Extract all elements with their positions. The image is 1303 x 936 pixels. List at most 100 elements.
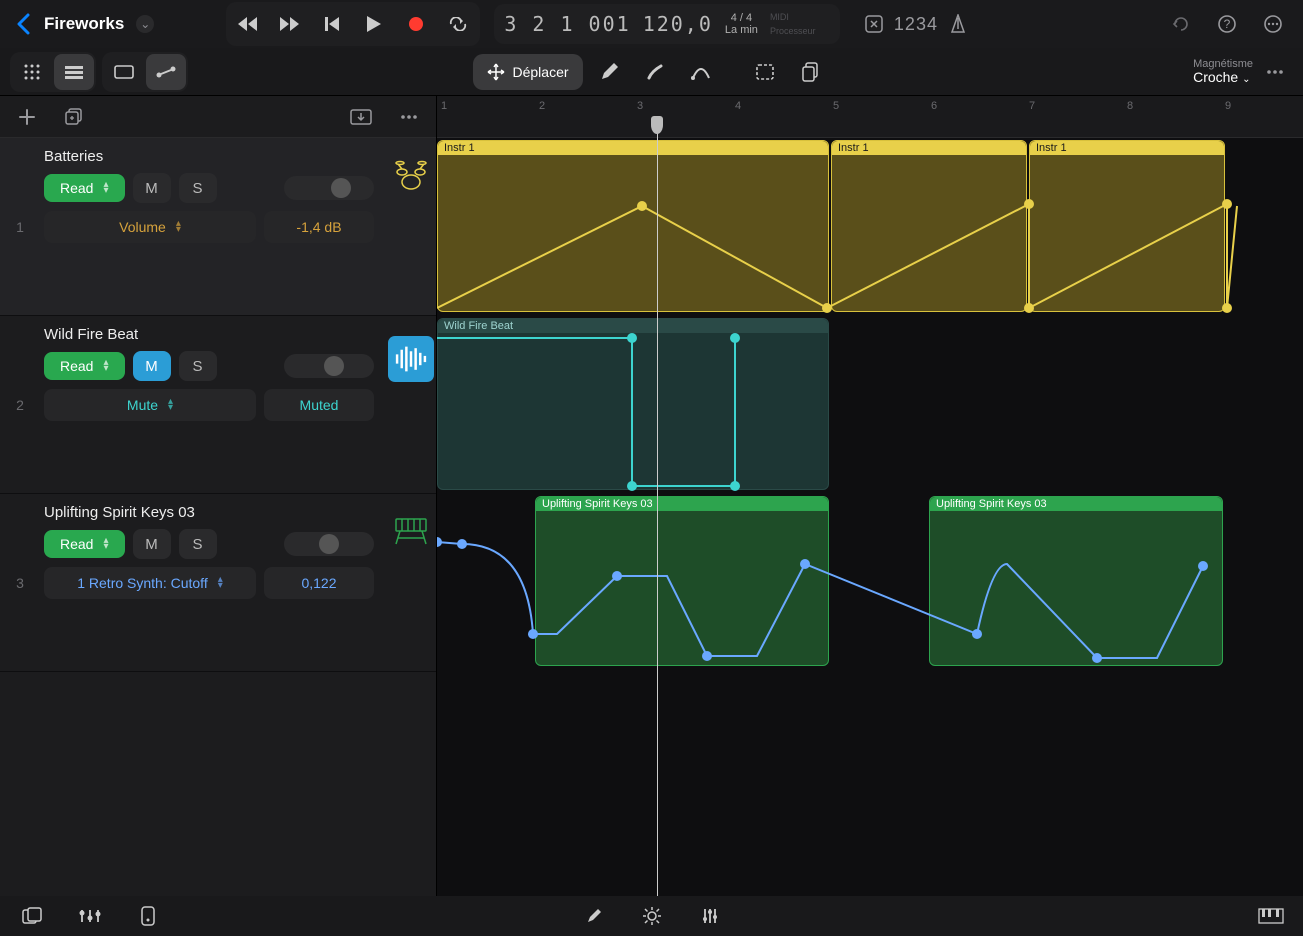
mute-button[interactable]: M (133, 529, 171, 559)
track-lane[interactable]: Wild Fire Beat (437, 316, 1303, 494)
plugins-button[interactable] (696, 896, 724, 936)
edit-button[interactable] (580, 896, 608, 936)
automation-mode-button[interactable]: Read▴▾ (44, 530, 125, 558)
add-track-button[interactable] (12, 97, 42, 137)
copy-tool-button[interactable] (791, 52, 831, 92)
automation-point[interactable] (627, 333, 637, 343)
track-name[interactable]: Batteries (44, 148, 374, 165)
notepad-button[interactable] (134, 896, 162, 936)
automation-value[interactable]: Muted (264, 389, 374, 421)
go-to-start-button[interactable] (312, 4, 352, 44)
automation-point[interactable] (1222, 303, 1232, 313)
region[interactable]: Instr 1 (1029, 140, 1225, 312)
track-lane[interactable]: Uplifting Spirit Keys 03 Uplifting Spirit… (437, 494, 1303, 672)
project-title[interactable]: Fireworks (44, 14, 124, 34)
track-more-button[interactable] (394, 97, 424, 137)
tuner-button[interactable] (856, 4, 892, 44)
solo-button[interactable]: S (179, 351, 217, 381)
track-name[interactable]: Wild Fire Beat (44, 326, 374, 343)
automation-point[interactable] (1092, 653, 1102, 663)
play-button[interactable] (354, 4, 394, 44)
duplicate-track-button[interactable] (60, 97, 90, 137)
automation-param-select[interactable]: Mute▴▾ (44, 389, 256, 421)
rewind-button[interactable] (228, 4, 268, 44)
pan-slider[interactable] (284, 532, 374, 556)
automation-point[interactable] (1024, 199, 1034, 209)
bar-number: 9 (1225, 100, 1231, 112)
pencil-tool-button[interactable] (589, 52, 629, 92)
back-button[interactable] (10, 13, 36, 35)
track-lane[interactable]: Instr 1Instr 1Instr 1 (437, 138, 1303, 316)
list-view-button[interactable] (54, 54, 94, 90)
undo-button[interactable] (1161, 4, 1201, 44)
automation-view-button[interactable] (146, 54, 186, 90)
playhead[interactable] (657, 118, 658, 896)
automation-point[interactable] (1198, 561, 1208, 571)
timeline-ruler[interactable]: 123456789 (437, 96, 1303, 138)
track-name[interactable]: Uplifting Spirit Keys 03 (44, 504, 374, 521)
automation-value[interactable]: -1,4 dB (264, 211, 374, 243)
automation-mode-button[interactable]: Read▴▾ (44, 174, 125, 202)
automation-point[interactable] (528, 629, 538, 639)
snap-display[interactable]: Magnétisme Croche ⌄ (1193, 58, 1253, 85)
automation-point[interactable] (437, 537, 442, 547)
region-view-button[interactable] (104, 54, 144, 90)
automation-param-select[interactable]: 1 Retro Synth: Cutoff▴▾ (44, 567, 256, 599)
mixer-button[interactable] (76, 896, 104, 936)
track-row[interactable]: 1 Batteries Read▴▾ M S Volume▴▾ -1,4 dB (0, 138, 436, 316)
lcd-timesig[interactable]: 4 / 4 (725, 12, 758, 24)
automation-param-select[interactable]: Volume▴▾ (44, 211, 256, 243)
forward-button[interactable] (270, 4, 310, 44)
grid-view-button[interactable] (12, 54, 52, 90)
automation-mode-button[interactable]: Read▴▾ (44, 352, 125, 380)
cycle-button[interactable] (438, 4, 478, 44)
track-row[interactable]: 2 Wild Fire Beat Read▴▾ M S Mute▴▾ Muted (0, 316, 436, 494)
import-button[interactable] (346, 97, 376, 137)
region-label: Instr 1 (1030, 141, 1224, 155)
lcd-tempo[interactable]: 120,0 (643, 12, 713, 36)
automation-point[interactable] (730, 333, 740, 343)
mute-button[interactable]: M (133, 351, 171, 381)
automation-point[interactable] (457, 539, 467, 549)
automation-point[interactable] (627, 481, 637, 491)
toolbar-more-button[interactable] (1255, 52, 1295, 92)
region[interactable]: Wild Fire Beat (437, 318, 829, 490)
project-menu-chevron[interactable]: ⌄ (136, 15, 154, 33)
lcd-display[interactable]: 3 2 1 001 120,0 4 / 4 La min MIDI Proces… (494, 4, 840, 44)
mute-button[interactable]: M (133, 173, 171, 203)
automation-point[interactable] (1222, 199, 1232, 209)
pan-slider[interactable] (284, 176, 374, 200)
region[interactable]: Instr 1 (437, 140, 829, 312)
solo-button[interactable]: S (179, 529, 217, 559)
region[interactable]: Uplifting Spirit Keys 03 (929, 496, 1223, 666)
automation-point[interactable] (730, 481, 740, 491)
region[interactable]: Uplifting Spirit Keys 03 (535, 496, 829, 666)
automation-point[interactable] (822, 303, 832, 313)
pan-slider[interactable] (284, 354, 374, 378)
metronome-button[interactable] (940, 4, 976, 44)
lcd-key[interactable]: La min (725, 24, 758, 36)
automation-point[interactable] (637, 201, 647, 211)
brush-tool-button[interactable] (635, 52, 675, 92)
curve-tool-button[interactable] (681, 52, 721, 92)
help-button[interactable]: ? (1207, 4, 1247, 44)
more-button[interactable] (1253, 4, 1293, 44)
keyboard-button[interactable] (1257, 896, 1285, 936)
automation-point[interactable] (1024, 303, 1034, 313)
count-in-button[interactable]: 1234 (898, 4, 934, 44)
automation-point[interactable] (972, 629, 982, 639)
automation-point[interactable] (612, 571, 622, 581)
region[interactable]: Instr 1 (831, 140, 1027, 312)
bar-number: 4 (735, 100, 741, 112)
lcd-position[interactable]: 3 2 1 001 (504, 12, 630, 36)
automation-value[interactable]: 0,122 (264, 567, 374, 599)
record-button[interactable] (396, 4, 436, 44)
smart-controls-button[interactable] (638, 896, 666, 936)
automation-point[interactable] (800, 559, 810, 569)
automation-point[interactable] (702, 651, 712, 661)
marquee-tool-button[interactable] (745, 52, 785, 92)
track-row[interactable]: 3 Uplifting Spirit Keys 03 Read▴▾ M S 1 … (0, 494, 436, 672)
library-button[interactable] (18, 896, 46, 936)
solo-button[interactable]: S (179, 173, 217, 203)
move-tool-button[interactable]: Déplacer (472, 54, 582, 90)
